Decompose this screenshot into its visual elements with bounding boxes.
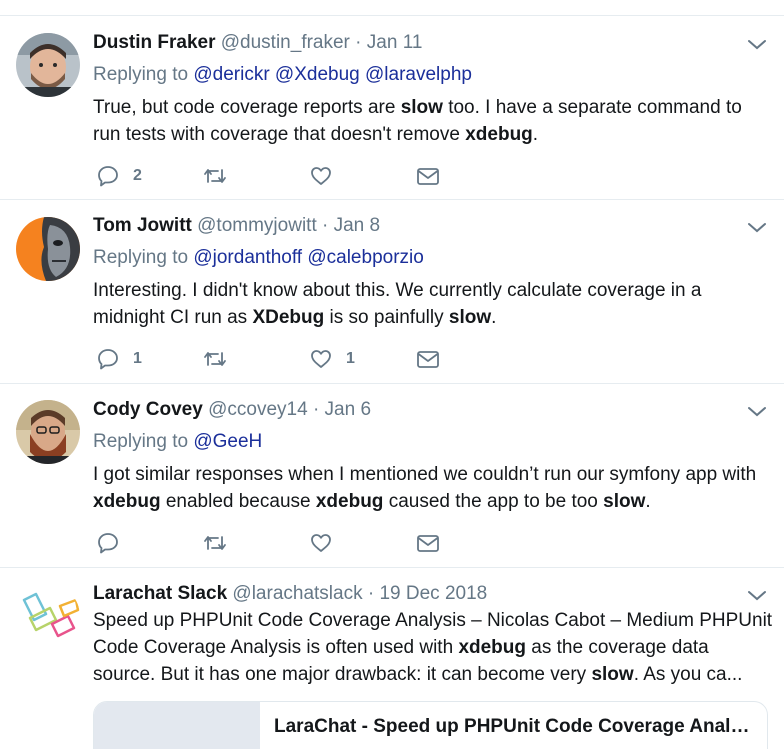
reply-icon [98, 166, 118, 187]
tweet-timestamp[interactable]: Jan 6 [325, 399, 371, 420]
retweet-icon [204, 352, 226, 366]
user-name[interactable]: Tom Jowitt [93, 215, 192, 236]
reply-button[interactable]: 1 [97, 346, 142, 372]
tweet-header: Cody Covey @ccovey14 · Jan 6 [93, 398, 371, 422]
retweet-button[interactable] [203, 163, 227, 189]
text-run: . [645, 491, 651, 512]
text-run: . [532, 124, 539, 145]
tweet-header: Dustin Fraker @dustin_fraker · Jan 11 [93, 31, 422, 55]
reply-button[interactable]: 2 [97, 163, 142, 189]
like-icon [311, 350, 331, 368]
highlight-term: slow [603, 491, 646, 512]
user-name[interactable]: Cody Covey [93, 399, 203, 420]
larachat-logo [22, 592, 80, 638]
tweet[interactable]: Dustin Fraker @dustin_fraker · Jan 11 Re… [0, 17, 784, 200]
highlight-term: XDebug [252, 307, 325, 328]
reply-button[interactable] [97, 530, 119, 556]
like-button[interactable] [310, 163, 332, 189]
tweet-timestamp[interactable]: Jan 11 [367, 32, 423, 53]
replying-label: Replying to [93, 431, 189, 452]
avatar[interactable] [16, 584, 80, 648]
tweet-header: Larachat Slack @larachatslack · 19 Dec 2… [93, 582, 487, 606]
tweet[interactable]: Cody Covey @ccovey14 · Jan 6 Replying to… [0, 385, 784, 568]
user-handle[interactable]: @tommyjowitt [197, 215, 317, 236]
highlight-term: xdebug [93, 491, 161, 512]
message-button[interactable] [416, 163, 440, 189]
chevron-down-icon[interactable] [746, 584, 768, 606]
message-button[interactable] [416, 346, 440, 372]
highlight-term: slow [591, 664, 634, 685]
reply-icon [98, 533, 118, 554]
chevron-down-icon[interactable] [746, 33, 768, 55]
retweet-button[interactable] [203, 530, 227, 556]
tweet-text: True, but code coverage reports are slow… [93, 94, 773, 148]
replying-to: Replying to @derickr @Xdebug @laravelphp [93, 63, 472, 87]
mention-link[interactable]: @GeeH [193, 431, 262, 452]
text-run: caused the app to be too [383, 491, 604, 512]
avatar[interactable] [16, 217, 80, 281]
text-run: is so painfully [324, 307, 449, 328]
tweet[interactable]: Larachat Slack @larachatslack · 19 Dec 2… [0, 569, 784, 749]
avatar[interactable] [16, 400, 80, 464]
retweet-button[interactable] [203, 346, 227, 372]
text-run: . As you ca... [633, 664, 743, 685]
mention-link[interactable]: @jordanthoff [193, 247, 302, 268]
separator-dot: · [355, 32, 362, 53]
text-run: True, but code coverage reports are [93, 97, 401, 118]
link-card[interactable]: LaraChat - Speed up PHPUnit Code Coverag… [93, 701, 768, 749]
highlight-term: slow [448, 307, 492, 328]
text-run: I got similar responses when I mentioned… [93, 464, 757, 485]
user-handle[interactable]: @dustin_fraker [221, 32, 350, 53]
message-button[interactable] [416, 530, 440, 556]
reply-icon [98, 349, 118, 370]
highlight-term: xdebug [315, 491, 384, 512]
text-run: enabled because [160, 491, 316, 512]
message-icon [417, 351, 439, 368]
replying-label: Replying to [93, 64, 189, 85]
user-name[interactable]: Dustin Fraker [93, 32, 215, 53]
retweet-icon [204, 536, 226, 550]
mention-link[interactable]: @laravelphp [365, 64, 472, 85]
user-name[interactable]: Larachat Slack [93, 583, 227, 604]
replying-to: Replying to @GeeH [93, 430, 262, 454]
mention-link[interactable]: @calebporzio [307, 247, 423, 268]
reply-count: 2 [133, 167, 142, 184]
like-icon [311, 534, 331, 552]
highlight-term: xdebug [458, 637, 526, 658]
user-handle[interactable]: @larachatslack [232, 583, 362, 604]
tweet-header: Tom Jowitt @tommyjowitt · Jan 8 [93, 214, 380, 238]
tweet[interactable]: Tom Jowitt @tommyjowitt · Jan 8 Replying… [0, 201, 784, 384]
like-icon [311, 167, 331, 185]
replying-to: Replying to @jordanthoff @calebporzio [93, 246, 424, 270]
tweet-text: Speed up PHPUnit Code Coverage Analysis … [93, 607, 773, 688]
previous-tweet-actions [0, 0, 784, 16]
like-count: 1 [346, 350, 355, 367]
like-button[interactable]: 1 [310, 346, 355, 372]
replying-label: Replying to [93, 247, 189, 268]
chevron-down-icon[interactable] [746, 400, 768, 422]
tweet-timestamp[interactable]: Jan 8 [334, 215, 380, 236]
tweet-text: Interesting. I didn't know about this. W… [93, 277, 773, 331]
message-icon [417, 168, 439, 185]
tweet-text: I got similar responses when I mentioned… [93, 461, 773, 515]
user-handle[interactable]: @ccovey14 [208, 399, 308, 420]
avatar[interactable] [16, 33, 80, 97]
chevron-down-icon[interactable] [746, 216, 768, 238]
separator-dot: · [312, 399, 320, 420]
highlight-term: slow [400, 97, 443, 118]
highlight-term: xdebug [465, 124, 533, 145]
mention-link[interactable]: @Xdebug [275, 64, 360, 85]
text-run: . [491, 307, 497, 328]
separator-dot: · [367, 583, 375, 604]
message-icon [417, 535, 439, 552]
reply-count: 1 [133, 350, 142, 367]
card-thumbnail [94, 702, 260, 749]
retweet-icon [204, 169, 226, 183]
card-title: LaraChat - Speed up PHPUnit Code Coverag… [274, 716, 756, 737]
tweet-timestamp[interactable]: 19 Dec 2018 [379, 583, 487, 604]
like-button[interactable] [310, 530, 332, 556]
mention-link[interactable]: @derickr [193, 64, 269, 85]
separator-dot: · [322, 215, 329, 236]
